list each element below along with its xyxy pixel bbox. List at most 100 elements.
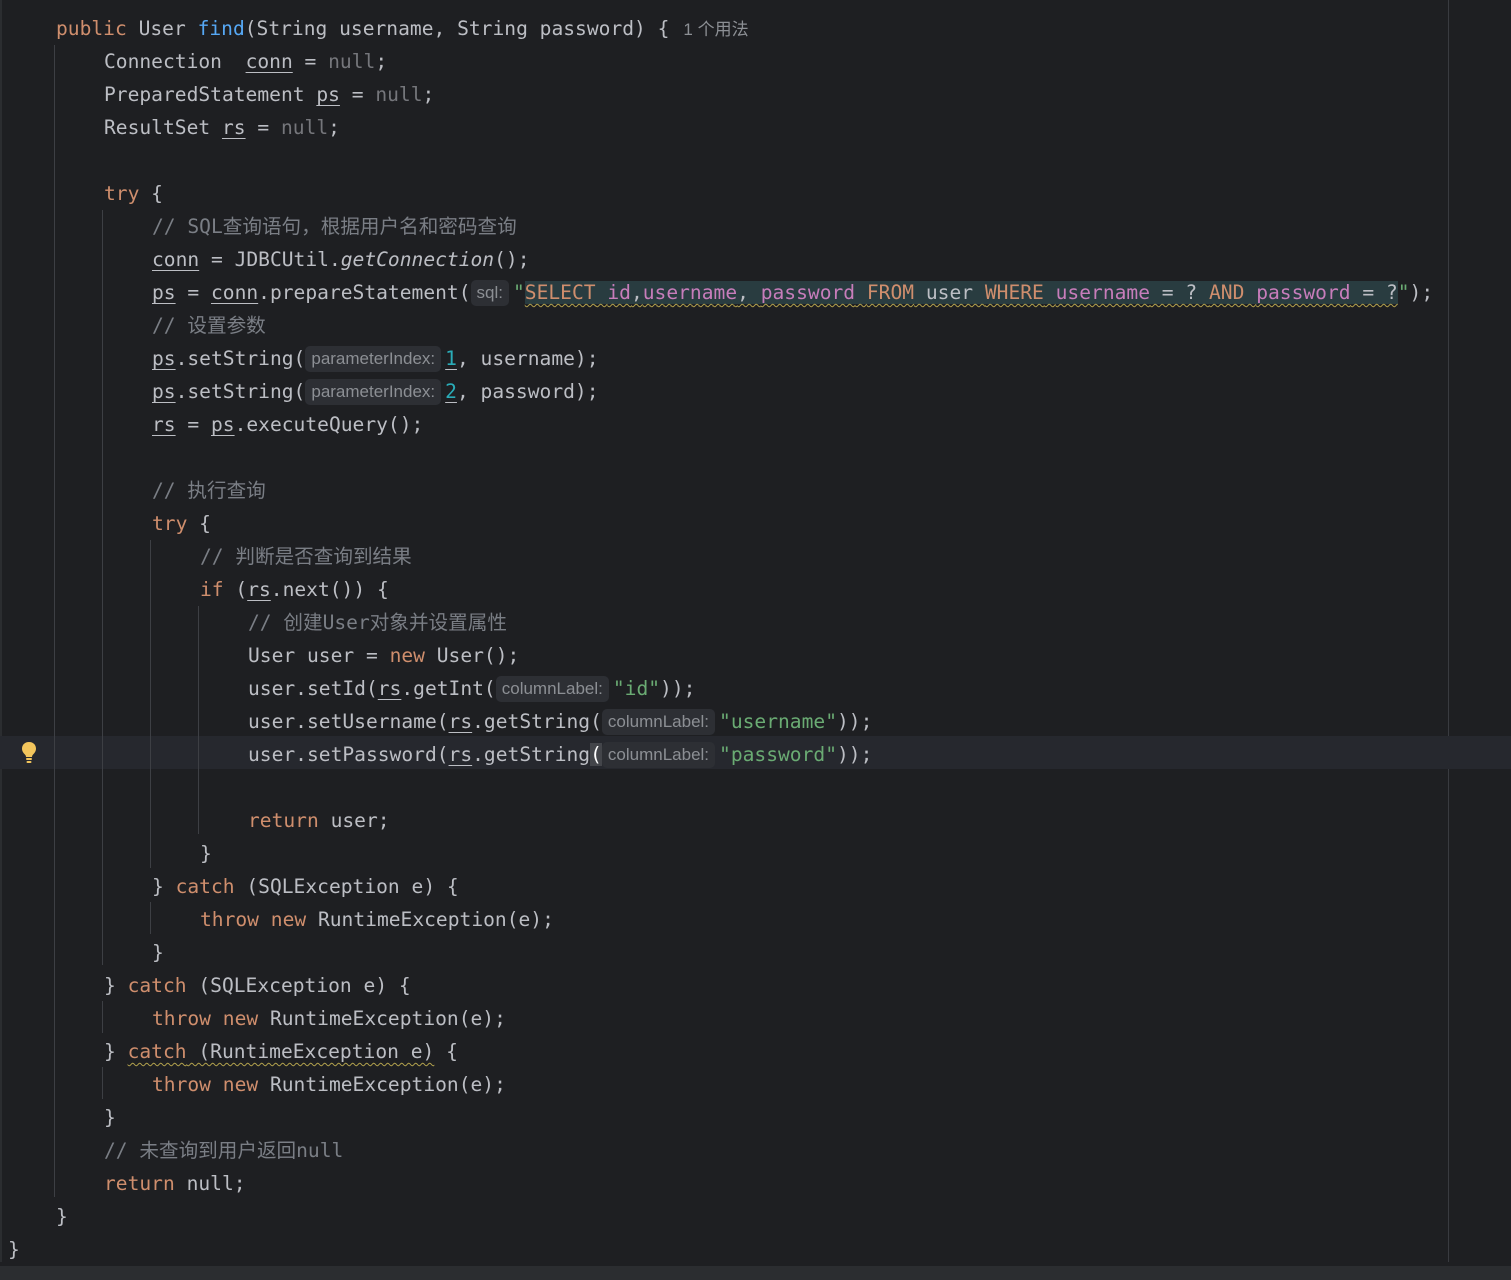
code-line[interactable]: } xyxy=(0,936,164,969)
code-comment[interactable]: // 判断是否查询到结果 xyxy=(0,540,412,573)
code-line[interactable]: } xyxy=(0,1233,20,1266)
comment: // 创建User对象并设置属性 xyxy=(248,611,507,634)
method-call: user.setPassword( xyxy=(248,743,449,766)
brace: } xyxy=(152,875,176,898)
code-comment[interactable]: // 创建User对象并设置属性 xyxy=(0,606,507,639)
method-call: .executeQuery(); xyxy=(234,413,424,436)
code-line[interactable]: try { xyxy=(0,177,163,210)
brace: } xyxy=(104,1106,116,1129)
brace: } xyxy=(8,1238,20,1261)
code-line[interactable]: throw new RuntimeException(e); xyxy=(0,1068,506,1101)
args: , password); xyxy=(456,380,599,403)
punct: )); xyxy=(837,710,873,733)
code-line[interactable]: return user; xyxy=(0,804,390,837)
code-line[interactable]: user.setId(rs.getInt(columnLabel: "id")); xyxy=(0,672,695,705)
code-line[interactable]: ps.setString(parameterIndex: 1, username)… xyxy=(0,342,599,375)
operator: = JDBCUtil. xyxy=(199,248,341,271)
catch-clause-warning[interactable]: (RuntimeException e) xyxy=(187,1040,434,1063)
keyword: new xyxy=(222,1007,259,1030)
punct: ); xyxy=(1409,281,1434,304)
keyword: new xyxy=(389,644,425,667)
code-line[interactable]: ps.setString(parameterIndex: 2, password)… xyxy=(0,375,599,408)
punct: )); xyxy=(837,743,873,766)
code-line[interactable]: } xyxy=(0,837,212,870)
code-line[interactable]: try { xyxy=(0,507,211,540)
type-name: User xyxy=(138,17,186,40)
method-call: .getInt( xyxy=(401,677,496,700)
args: , username); xyxy=(456,347,599,370)
sql-table: user xyxy=(914,281,985,304)
brace: } xyxy=(56,1205,68,1228)
code-line[interactable]: conn = JDBCUtil.getConnection(); xyxy=(0,243,530,276)
parameter-hint: columnLabel: xyxy=(601,742,716,768)
usage-count-hint[interactable]: 1 个用法 xyxy=(683,20,748,39)
method-call: .setString( xyxy=(175,380,306,403)
code-comment[interactable]: // 执行查询 xyxy=(0,474,266,507)
sql-space xyxy=(1244,281,1256,304)
keyword: catch xyxy=(175,875,235,898)
number-literal: 2 xyxy=(445,380,457,403)
constructor-call: User(); xyxy=(424,644,520,667)
variable: ps xyxy=(152,347,176,370)
type-name: Connection xyxy=(104,50,222,73)
code-line[interactable]: user.setUsername(rs.getString(columnLabe… xyxy=(0,705,872,738)
null-literal: null xyxy=(375,83,423,106)
sql-column: username xyxy=(642,281,738,304)
code-line[interactable]: Connection conn = null; xyxy=(0,45,387,78)
code-comment[interactable]: // 未查询到用户返回null xyxy=(0,1134,343,1167)
variable: ps xyxy=(152,281,176,304)
operator: = xyxy=(175,281,211,304)
keyword: return xyxy=(104,1172,175,1195)
code-line[interactable]: User user = new User(); xyxy=(0,639,519,672)
lightbulb-icon[interactable] xyxy=(20,741,38,765)
code-line[interactable]: } xyxy=(0,1101,116,1134)
null-literal: null xyxy=(328,50,376,73)
sql-string: SELECT id,username, password FROM user W… xyxy=(524,281,1398,304)
sql-column: username xyxy=(1055,281,1151,304)
variable: rs xyxy=(448,710,473,733)
constructor-call: RuntimeException(e); xyxy=(258,1007,506,1030)
variable: ps xyxy=(152,380,176,403)
comment: // 判断是否查询到结果 xyxy=(200,545,412,568)
method-name[interactable]: find xyxy=(198,17,245,40)
code-line-sql[interactable]: ps = conn.prepareStatement(sql: "SELECT i… xyxy=(0,276,1433,309)
code-line[interactable]: return null; xyxy=(0,1167,246,1200)
code-line-current[interactable]: user.setPassword(rs.getString(columnLabe… xyxy=(0,738,872,771)
code-line[interactable]: } catch (SQLException e) { xyxy=(0,969,411,1002)
string-literal: "id" xyxy=(612,677,661,700)
sql-operator: = ? xyxy=(1150,281,1209,304)
code-line[interactable]: } xyxy=(0,1200,68,1233)
static-method: getConnection xyxy=(340,248,495,271)
variable: conn xyxy=(210,281,259,304)
code-line-warning[interactable]: } catch (RuntimeException e) { xyxy=(0,1035,458,1068)
method-call: user.setId( xyxy=(248,677,378,700)
comment: // 未查询到用户返回null xyxy=(104,1139,344,1162)
code-line[interactable]: throw new RuntimeException(e); xyxy=(0,1002,506,1035)
type-name: ResultSet xyxy=(104,116,211,139)
keyword: throw xyxy=(200,908,259,931)
sql-keyword: SELECT xyxy=(524,281,596,304)
code-line[interactable]: rs = ps.executeQuery(); xyxy=(0,408,423,441)
code-line[interactable]: ResultSet rs = null; xyxy=(0,111,340,144)
sql-keyword: WHERE xyxy=(984,281,1044,304)
code-comment[interactable]: // 设置参数 xyxy=(0,309,266,342)
variable: conn xyxy=(152,248,200,271)
variable: rs xyxy=(247,578,271,601)
brace: { xyxy=(434,1040,458,1063)
operator: = xyxy=(175,413,211,436)
code-line[interactable]: if (rs.next()) { xyxy=(0,573,389,606)
code-editor[interactable]: public User find(String username, String… xyxy=(0,0,1511,1266)
code-line[interactable]: throw new RuntimeException(e); xyxy=(0,903,554,936)
brace: } xyxy=(200,842,212,865)
right-margin-guide xyxy=(1448,0,1449,1262)
code-line-method-signature[interactable]: public User find(String username, String… xyxy=(0,12,749,45)
editor-bottom-bar xyxy=(0,1266,1511,1280)
code-line[interactable]: PreparedStatement ps = null; xyxy=(0,78,434,111)
code-line[interactable]: } catch (SQLException e) { xyxy=(0,870,459,903)
punct: ; xyxy=(422,83,435,106)
comment: // 设置参数 xyxy=(152,314,266,337)
method-call: .setString( xyxy=(175,347,306,370)
keyword-warning[interactable]: catch xyxy=(128,1040,187,1063)
code-comment[interactable]: // SQL查询语句，根据用户名和密码查询 xyxy=(0,210,517,243)
variable: conn xyxy=(245,50,293,73)
